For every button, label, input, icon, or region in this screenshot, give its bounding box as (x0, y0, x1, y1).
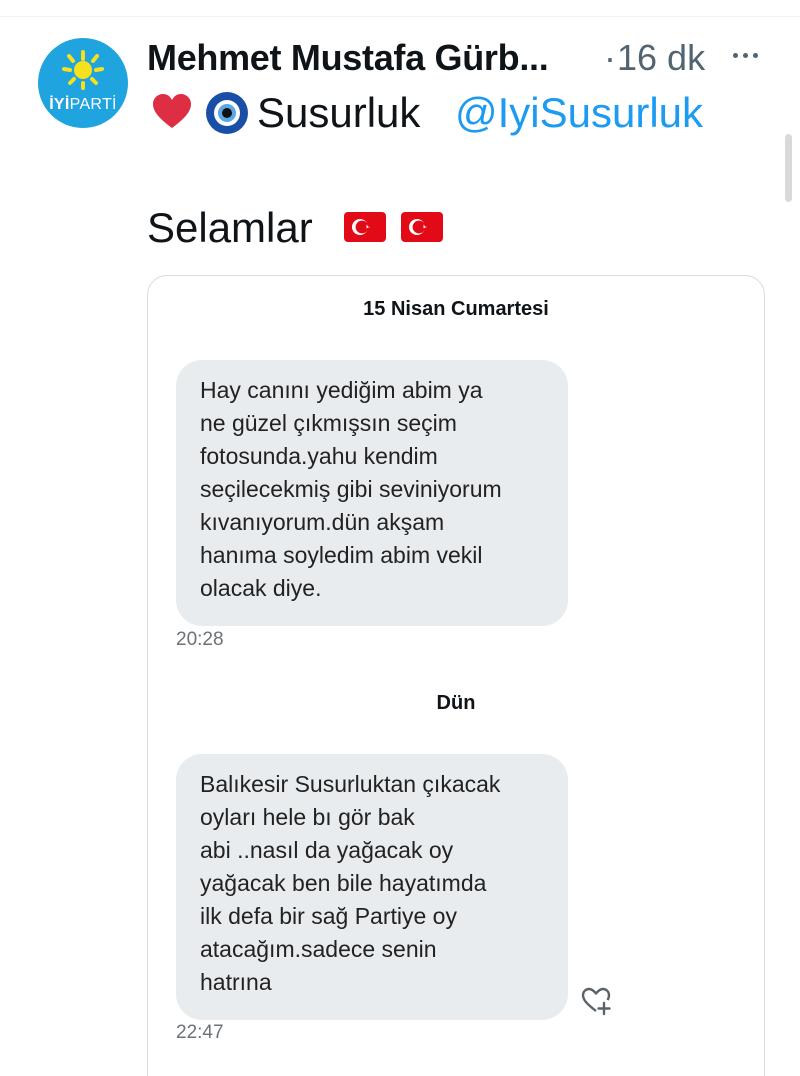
tweet-time[interactable]: 16 dk (617, 36, 705, 80)
avatar-logo-text: İYİPARTİ (49, 96, 117, 113)
message-bubble: Hay canını yediğim abim ya ne güzel çıkm… (176, 360, 568, 626)
location-text: Susurluk (257, 89, 421, 136)
date-separator: 15 Nisan Cumartesi (363, 298, 549, 320)
message-line: hatrına (200, 969, 272, 995)
sun-logo-icon (62, 50, 104, 90)
author-handle[interactable]: @IyiSusurluk (455, 88, 703, 138)
message-line: ne güzel çıkmışsın seçim (200, 410, 457, 436)
nazar-eye-icon (206, 92, 248, 134)
author-name[interactable]: Mehmet Mustafa Gürb... (147, 36, 602, 80)
message-bubble: Balıkesir Susurluktan çıkacak oyları hel… (176, 754, 568, 1020)
message-line: atacağım.sadece senin (200, 936, 437, 962)
message-line: Balıkesir Susurluktan çıkacak (200, 771, 501, 797)
message-line: olacak diye. (200, 575, 322, 601)
message-line: seçilecekmiş gibi seviniyorum (200, 476, 502, 502)
tweet-text: Selamlar (147, 204, 313, 251)
more-icon[interactable] (731, 50, 761, 62)
message-line: abi ..nasıl da yağacak oy (200, 837, 454, 863)
message-line: yağacak ben bile hayatımda (200, 870, 487, 896)
attached-image[interactable]: 15 Nisan Cumartesi Hay canını yediğim ab… (147, 275, 765, 1076)
header-separator: · (604, 37, 616, 78)
heart-icon (153, 94, 191, 128)
scrollbar[interactable] (785, 134, 792, 202)
message-line: kıvanıyorum.dün akşam (200, 509, 445, 535)
top-divider (0, 16, 800, 17)
date-separator: Dün (436, 692, 476, 714)
message-line: Hay canını yediğim abim ya (200, 377, 483, 403)
add-reaction-icon[interactable] (580, 985, 612, 1017)
message-time: 22:47 (176, 1022, 224, 1043)
message-line: oyları hele bı gör bak (200, 804, 415, 830)
message-line: ilk defa bir sağ Partiye oy (200, 903, 457, 929)
turkish-flag-icon (401, 212, 443, 242)
avatar[interactable]: İYİPARTİ (38, 38, 128, 128)
turkish-flag-icon (344, 212, 386, 242)
message-line: hanıma soyledim abim vekil (200, 542, 483, 568)
message-line: fotosunda.yahu kendim (200, 443, 438, 469)
message-time: 20:28 (176, 629, 224, 650)
